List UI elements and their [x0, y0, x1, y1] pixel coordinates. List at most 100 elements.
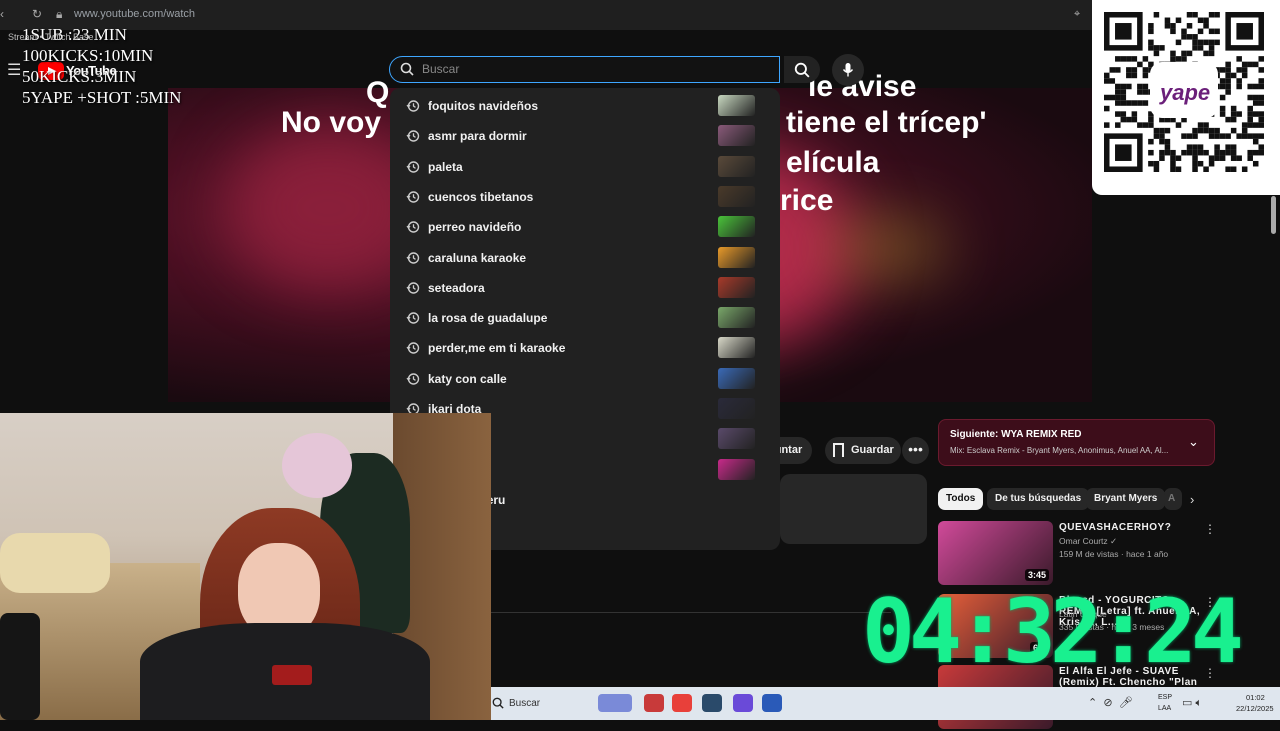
history-icon: [406, 312, 420, 324]
search-suggestion-item[interactable]: la rosa de guadalupe: [390, 303, 780, 333]
history-icon: [406, 130, 420, 142]
search-input[interactable]: [422, 61, 762, 77]
taskbar-app-icon[interactable]: [672, 694, 692, 712]
more-actions-button[interactable]: •••: [902, 437, 929, 464]
history-icon: [406, 160, 420, 173]
search-button[interactable]: [784, 56, 820, 83]
search-suggestion-item[interactable]: paleta: [390, 152, 780, 182]
chip-bryant-myers[interactable]: Bryant Myers: [1086, 488, 1166, 510]
suggestion-thumbnail: [718, 216, 755, 238]
search-suggestion-item[interactable]: asmr para dormir: [390, 121, 780, 151]
subathon-timer: 04:32:24: [862, 580, 1244, 683]
video-thumbnail[interactable]: 3:45: [938, 521, 1053, 585]
rule-line: 5YAPE +SHOT :5MIN: [22, 88, 182, 107]
history-icon: [406, 100, 420, 112]
channel-name[interactable]: Omar Courtz ✓: [1059, 536, 1117, 547]
clock-date[interactable]: 22/12/2025: [1236, 704, 1274, 713]
system-tray-icons[interactable]: ⌃ ⊘ 🎤︎: [1088, 696, 1133, 709]
hamburger-menu-icon[interactable]: ☰: [7, 60, 21, 80]
history-icon: [406, 342, 420, 355]
suggestion-thumbnail: [718, 337, 755, 359]
search-suggestion-item[interactable]: perreo navideño: [390, 212, 780, 242]
save-label: Guardar: [851, 444, 894, 456]
suggestion-thumbnail: [718, 95, 755, 116]
taskbar-app-icon[interactable]: [702, 694, 722, 712]
suggestion-label: paleta: [428, 159, 463, 174]
description-box[interactable]: [780, 474, 927, 544]
search-icon[interactable]: [492, 697, 504, 709]
save-button[interactable]: Guardar: [825, 437, 901, 464]
taskbar-app-icon[interactable]: [762, 694, 782, 712]
suggestion-thumbnail: [718, 185, 755, 207]
voice-search-button[interactable]: [832, 54, 864, 86]
back-forward-icon[interactable]: ‹: [0, 7, 4, 21]
search-suggestion-item[interactable]: katy con calle: [390, 364, 780, 394]
video-caption-line: Q: [366, 76, 390, 109]
suggestion-label: perreo navideño: [428, 220, 522, 235]
pin-icon[interactable]: ⌖: [1074, 8, 1080, 21]
rule-line: 100KICKS:10MIN: [22, 46, 154, 65]
video-title[interactable]: QUEVASHACERHOY?: [1059, 522, 1204, 533]
suggestion-thumbnail: [718, 398, 755, 419]
video-caption-line: rice: [780, 184, 834, 217]
chip-all[interactable]: Todos: [938, 488, 984, 510]
suggestion-label: cuencos tibetanos: [428, 189, 534, 204]
divider: [491, 612, 891, 613]
suggestion-label: la rosa de guadalupe: [428, 311, 548, 326]
taskbar-app-icon[interactable]: [733, 694, 753, 712]
recommended-video[interactable]: 3:45 QUEVASHACERHOY? Omar Courtz ✓ 159 M de…: [938, 521, 1218, 587]
suggestion-label: perder,me em ti karaoke: [428, 341, 566, 356]
taskbar-app-icon[interactable]: [644, 694, 664, 712]
suggestion-thumbnail: [718, 155, 755, 177]
video-caption-line: tiene el trícep': [786, 106, 987, 139]
browser-tab-label: Stream • Twitch Base...: [8, 32, 102, 42]
search-suggestion-item[interactable]: caraluna karaoke: [390, 243, 780, 273]
refresh-icon[interactable]: ↻: [32, 7, 42, 21]
history-icon: [406, 191, 420, 203]
input-layout[interactable]: LAA: [1158, 705, 1171, 712]
input-language[interactable]: ESP: [1158, 694, 1172, 701]
search-suggestion-item[interactable]: cuencos tibetanos: [390, 182, 780, 212]
webcam-pillow: [0, 533, 110, 593]
rule-line: 50KICKS:3MIN: [22, 67, 137, 86]
video-caption-line: elícula: [786, 146, 880, 179]
lock-icon: 🔒︎: [56, 7, 63, 21]
webcam-overlay: [0, 413, 491, 720]
suggestion-label: asmr para dormir: [428, 129, 527, 144]
suggestion-thumbnail: [718, 246, 755, 268]
taskbar-search[interactable]: Buscar: [509, 698, 540, 709]
suggestion-label: foquitos navideños: [428, 99, 539, 113]
up-next-mix-panel[interactable]: [938, 419, 1215, 466]
history-icon: [406, 372, 420, 385]
address-bar[interactable]: www.youtube.com/watch: [74, 8, 195, 20]
history-icon: [406, 282, 420, 294]
suggestion-thumbnail: [718, 125, 755, 147]
chevron-down-icon[interactable]: ⌄: [1188, 434, 1199, 450]
search-suggestion-item[interactable]: foquitos navideños: [390, 91, 780, 121]
clock-time[interactable]: 01:02: [1246, 693, 1265, 702]
search-icon: [794, 62, 810, 78]
suggestion-thumbnail: [718, 276, 755, 298]
page-scrollbar[interactable]: [1271, 196, 1276, 234]
suggestion-thumbnail: [718, 307, 755, 329]
chip-from-searches[interactable]: De tus búsquedas: [987, 488, 1090, 510]
kebab-menu-icon[interactable]: ⋮: [1204, 522, 1216, 536]
video-meta: 159 M de vistas · hace 1 año: [1059, 549, 1169, 559]
suggestion-label: katy con calle: [428, 371, 507, 386]
chip-more[interactable]: A: [1164, 488, 1182, 510]
up-next-subtitle: Mix: Esclava Remix - Bryant Myers, Anoni…: [950, 446, 1169, 455]
suggestion-label: caraluna karaoke: [428, 250, 527, 265]
webcam-plush: [282, 433, 352, 498]
up-next-title: Siguiente: WYA REMIX RED: [950, 429, 1082, 440]
network-volume-icons[interactable]: ▭ 🔈︎: [1182, 696, 1202, 710]
yape-logo-text: yape: [1160, 80, 1211, 105]
suggestion-thumbnail: [718, 428, 755, 450]
chevron-right-icon[interactable]: ›: [1190, 492, 1194, 507]
suggestion-thumbnail: [718, 458, 755, 480]
history-icon: [406, 251, 420, 264]
search-suggestion-item[interactable]: perder,me em ti karaoke: [390, 333, 780, 363]
suggestion-thumbnail: [718, 367, 755, 389]
search-suggestion-item[interactable]: seteadora: [390, 273, 780, 303]
microphone-icon: [842, 63, 854, 77]
taskbar-app-icon[interactable]: [598, 694, 632, 712]
